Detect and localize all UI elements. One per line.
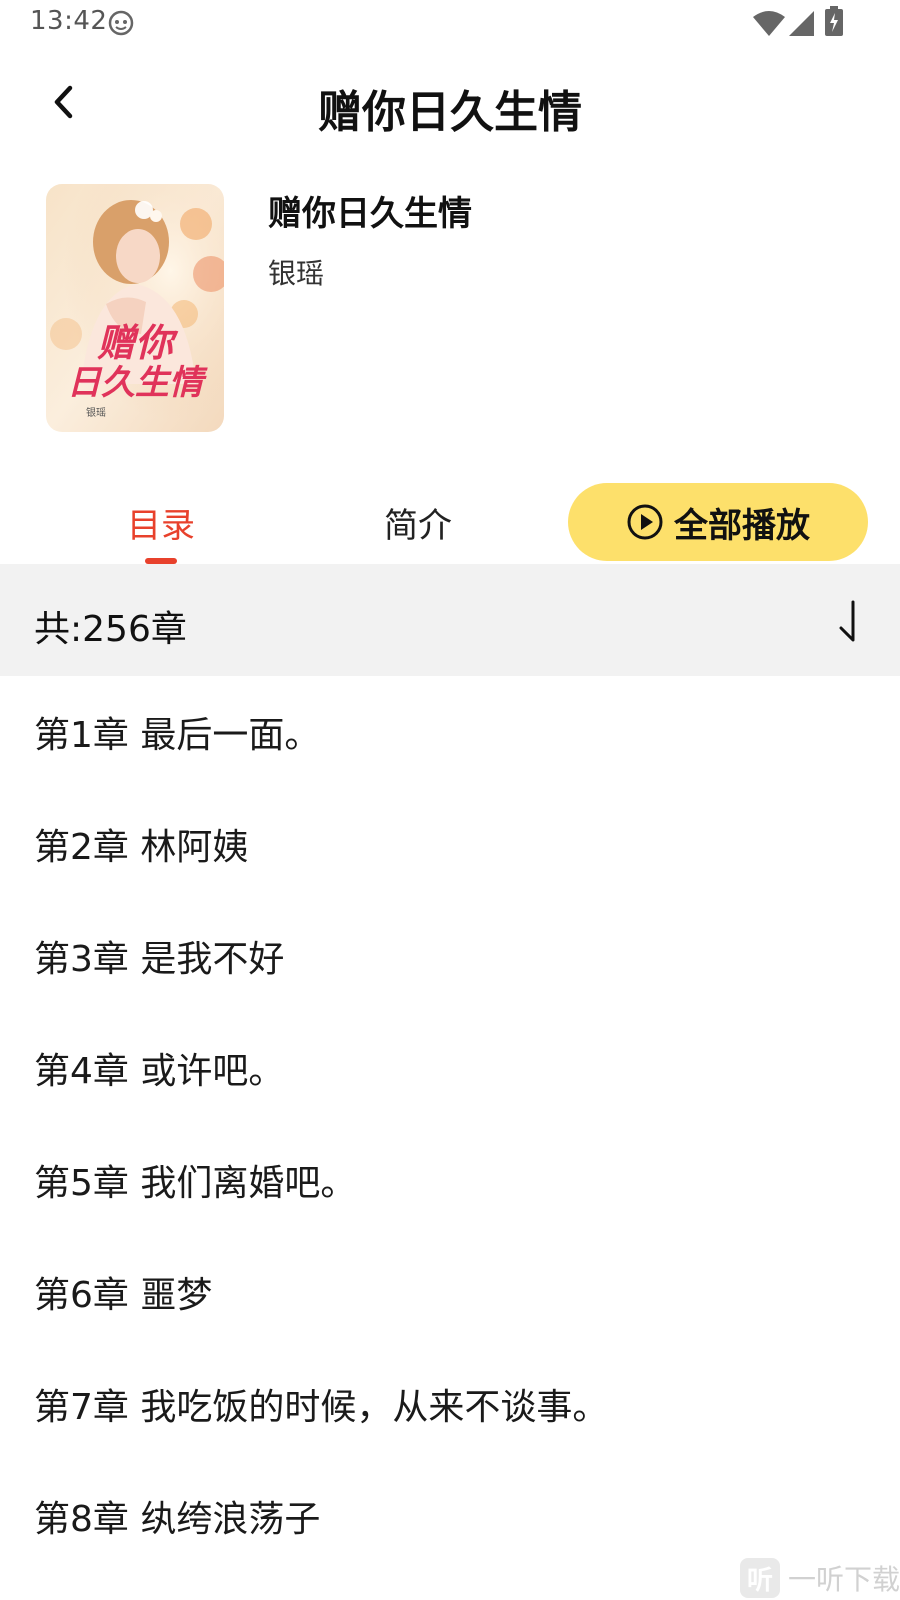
battery-charging-icon	[825, 6, 843, 36]
chapter-item[interactable]: 第4章 或许吧。	[0, 1012, 900, 1124]
cover-author: 银瑶	[86, 406, 106, 419]
watermark: 听 一听下载	[740, 1556, 900, 1600]
chapter-list: 第1章 最后一面。 第2章 林阿姨 第3章 是我不好 第4章 或许吧。 第5章 …	[0, 676, 900, 1572]
play-all-label: 全部播放	[674, 505, 810, 546]
chapter-item[interactable]: 第1章 最后一面。	[0, 676, 900, 788]
cover-title-line1: 赠你	[97, 320, 179, 365]
watermark-text: 一听下载	[788, 1563, 900, 1596]
play-circle-icon	[627, 504, 663, 540]
wifi-icon	[753, 11, 785, 36]
cover-title-line2: 日久生情	[67, 363, 208, 403]
sort-arrow-icon[interactable]	[835, 600, 859, 644]
chapter-count: 共:256章	[34, 609, 187, 650]
tab-intro[interactable]: 简介	[384, 498, 452, 547]
chapter-item[interactable]: 第3章 是我不好	[0, 900, 900, 1012]
app-notification-icon	[108, 10, 134, 36]
tab-bar: 目录 简介 全部播放	[0, 480, 900, 564]
play-all-button[interactable]: 全部播放	[568, 483, 868, 561]
book-title: 赠你日久生情	[268, 194, 472, 234]
signal-icon	[789, 11, 814, 36]
page-title: 赠你日久生情	[318, 87, 582, 138]
watermark-logo-icon: 听	[740, 1558, 780, 1598]
chapter-count-bar: 共:256章	[0, 564, 900, 676]
chapter-item[interactable]: 第6章 噩梦	[0, 1236, 900, 1348]
book-cover-image: 赠你 日久生情 银瑶	[46, 184, 224, 432]
book-info: 赠你 日久生情 银瑶 赠你日久生情 银瑶	[0, 180, 900, 440]
header: 赠你日久生情	[0, 46, 900, 158]
screen: 13:42 赠你日久生情 赠你 日久生情 银瑶 赠你日久生情 银瑶 目录 简介 …	[0, 0, 900, 1600]
status-time: 13:42	[30, 6, 108, 36]
chapter-item[interactable]: 第2章 林阿姨	[0, 788, 900, 900]
chapter-item[interactable]: 第7章 我吃饭的时候，从来不谈事。	[0, 1348, 900, 1460]
book-author: 银瑶	[268, 257, 325, 290]
chapter-item[interactable]: 第5章 我们离婚吧。	[0, 1124, 900, 1236]
status-bar: 13:42	[0, 0, 900, 46]
tab-catalog[interactable]: 目录	[127, 498, 195, 547]
